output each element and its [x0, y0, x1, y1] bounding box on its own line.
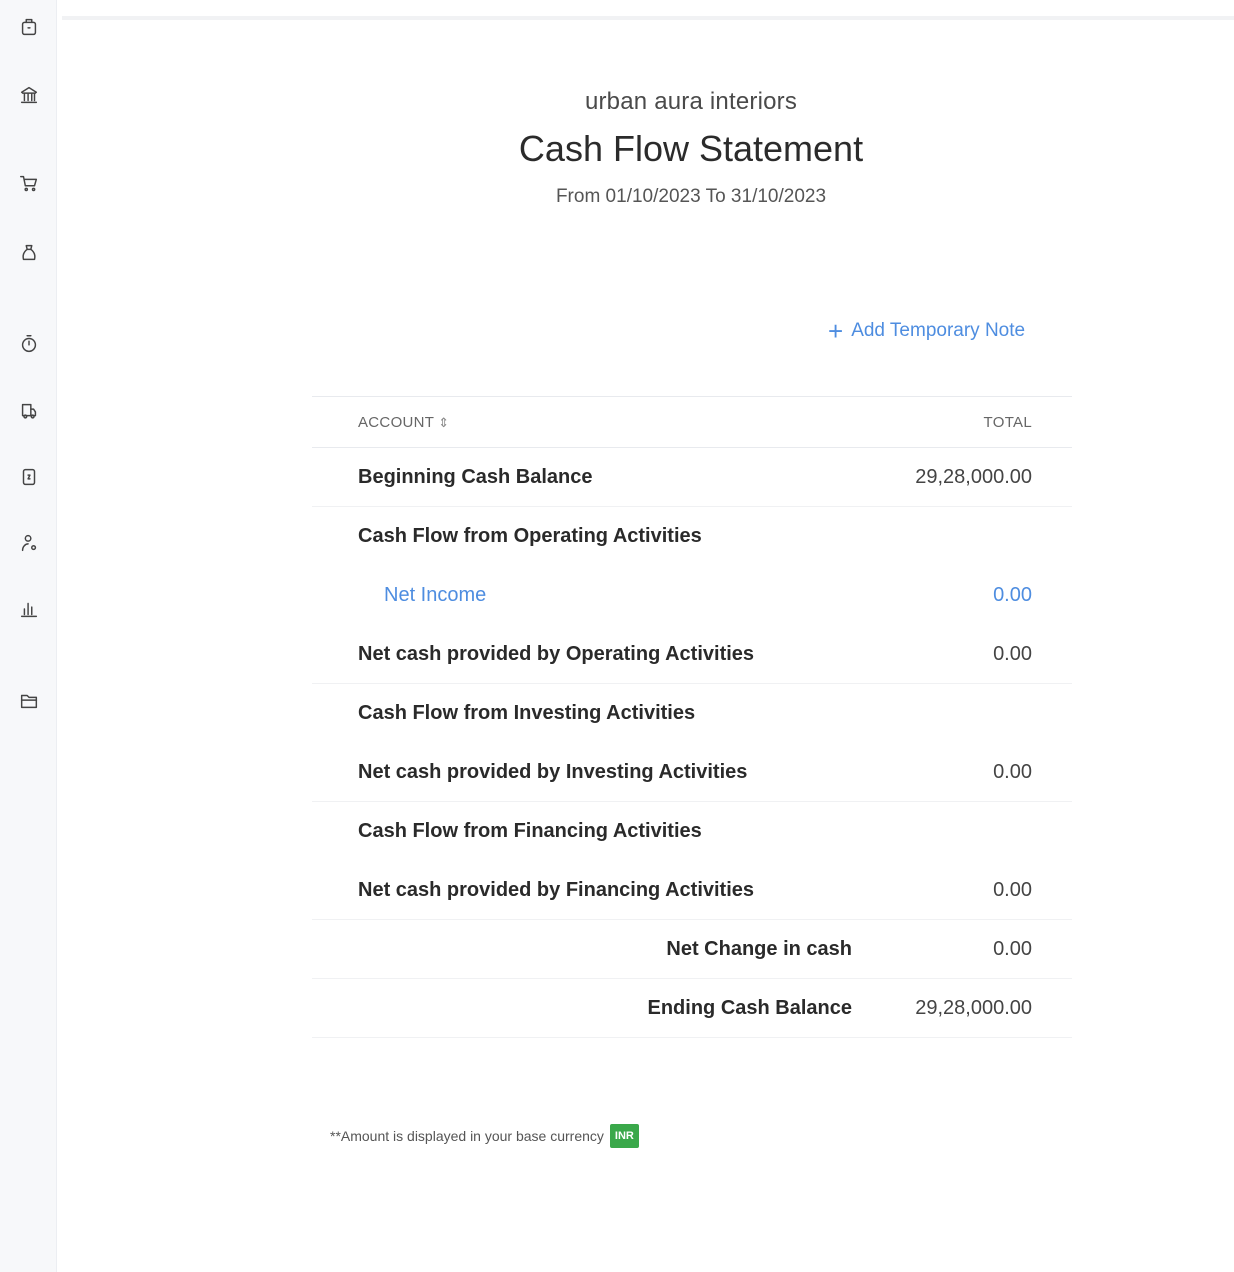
table-row: Cash Flow from Operating Activities	[312, 507, 1072, 566]
sidebar	[0, 0, 57, 1272]
row-amount: 0.00	[993, 878, 1032, 901]
row-amount: 0.00	[993, 642, 1032, 665]
table-row: Net cash provided by Investing Activitie…	[312, 743, 1072, 802]
folder-icon[interactable]	[16, 688, 42, 714]
column-account[interactable]: ACCOUNT ⇕	[358, 414, 449, 431]
row-label: Net cash provided by Investing Activitie…	[358, 760, 748, 783]
cart-icon[interactable]	[16, 170, 42, 196]
row-amount: 29,28,000.00	[915, 465, 1032, 488]
add-temporary-note-button[interactable]: + Add Temporary Note	[828, 318, 1025, 344]
table-row[interactable]: Net Income 0.00	[312, 566, 1072, 625]
net-income-link[interactable]: Net Income	[358, 584, 486, 607]
bank-icon[interactable]	[16, 82, 42, 108]
cash-flow-table: ACCOUNT ⇕ TOTAL Beginning Cash Balance 29…	[312, 396, 1072, 1038]
chart-icon[interactable]	[16, 596, 42, 622]
row-label: Net cash provided by Operating Activitie…	[358, 642, 755, 665]
plus-icon: +	[828, 316, 844, 346]
truck-icon[interactable]	[16, 398, 42, 424]
table-row: Beginning Cash Balance 29,28,000.00	[312, 448, 1072, 507]
sort-icon[interactable]: ⇕	[438, 415, 449, 430]
row-amount: 29,28,000.00	[915, 996, 1032, 1019]
table-header: ACCOUNT ⇕ TOTAL	[312, 396, 1072, 448]
report-header: urban aura interiors Cash Flow Statement…	[310, 88, 1072, 208]
column-total: TOTAL	[983, 413, 1032, 431]
top-divider	[62, 16, 1234, 20]
row-amount: 0.00	[993, 937, 1032, 960]
table-row: Cash Flow from Financing Activities	[312, 802, 1072, 861]
organization-name: urban aura interiors	[584, 88, 798, 115]
row-label: Net cash provided by Financing Activitie…	[358, 878, 755, 901]
section-heading: Cash Flow from Financing Activities	[358, 819, 702, 842]
footnote-text: **Amount is displayed in your base curre…	[330, 1128, 604, 1144]
currency-footnote: **Amount is displayed in your base curre…	[330, 1124, 639, 1148]
add-note-label: Add Temporary Note	[851, 320, 1026, 341]
table-row: Net Change in cash 0.00	[312, 920, 1072, 979]
section-heading: Cash Flow from Operating Activities	[358, 524, 702, 547]
table-row: Net cash provided by Operating Activitie…	[312, 625, 1072, 684]
row-label: Ending Cash Balance	[647, 996, 853, 1019]
net-income-amount-link[interactable]: 0.00	[993, 584, 1032, 607]
currency-badge: INR	[609, 1124, 639, 1148]
report-period: From 01/10/2023 To 31/10/2023	[555, 186, 827, 207]
document-icon[interactable]	[16, 464, 42, 490]
table-row: Ending Cash Balance 29,28,000.00	[312, 979, 1072, 1038]
user-icon[interactable]	[16, 530, 42, 556]
table-row: Cash Flow from Investing Activities	[312, 684, 1072, 743]
bag-icon[interactable]	[16, 240, 42, 266]
row-label: Beginning Cash Balance	[358, 465, 593, 488]
section-heading: Cash Flow from Investing Activities	[358, 701, 696, 724]
row-label: Net Change in cash	[666, 937, 852, 960]
report-title: Cash Flow Statement	[518, 128, 864, 169]
box-icon[interactable]	[16, 14, 42, 40]
row-amount: 0.00	[993, 760, 1032, 783]
clock-icon[interactable]	[16, 331, 42, 357]
table-row: Net cash provided by Financing Activitie…	[312, 861, 1072, 920]
